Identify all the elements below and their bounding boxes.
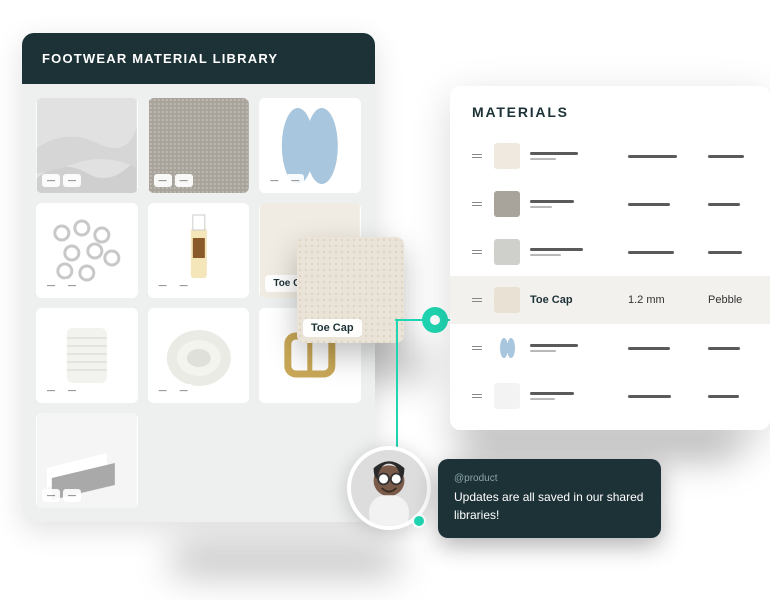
meta-chip: — <box>42 174 60 187</box>
material-card-thread[interactable]: —— <box>36 308 138 403</box>
row-thumb <box>494 191 520 217</box>
meta-chip: — <box>63 384 81 397</box>
table-title: MATERIALS <box>450 86 770 132</box>
meta-chip: — <box>286 174 304 187</box>
row-value: Pebble <box>708 294 748 306</box>
material-card-laces[interactable]: —— <box>148 308 250 403</box>
table-row[interactable] <box>450 372 770 420</box>
decorative-shadow <box>460 430 740 460</box>
library-title: FOOTWEAR MATERIAL LIBRARY <box>22 33 375 84</box>
dragged-card-label: Toe Cap <box>303 319 362 337</box>
meta-chip: — <box>42 489 60 502</box>
row-thumb <box>494 143 520 169</box>
table-row-highlighted[interactable]: Toe Cap 1.2 mm Pebble <box>450 276 770 324</box>
meta-chip: — <box>175 384 193 397</box>
row-name: Toe Cap <box>530 294 618 306</box>
table-row[interactable] <box>450 180 770 228</box>
table-body: Toe Cap 1.2 mm Pebble <box>450 132 770 430</box>
material-card-fabric[interactable]: —— <box>36 98 138 193</box>
row-thumb <box>494 383 520 409</box>
meta-chip: — <box>154 384 172 397</box>
materials-table-panel: MATERIALS Toe Cap 1.2 mm <box>450 86 770 430</box>
row-value: 1.2 mm <box>628 294 698 306</box>
dragged-material-card[interactable]: Toe Cap <box>297 237 404 343</box>
meta-chip: — <box>63 279 81 292</box>
connector-node-icon <box>422 307 448 333</box>
meta-chip: — <box>42 279 60 292</box>
table-row[interactable] <box>450 228 770 276</box>
drag-handle-icon[interactable] <box>472 250 484 254</box>
meta-chip: — <box>63 489 81 502</box>
table-row[interactable] <box>450 132 770 180</box>
material-card-eyelets[interactable]: —— <box>36 203 138 298</box>
material-card-glue[interactable]: —— <box>148 203 250 298</box>
meta-chip: — <box>154 174 172 187</box>
meta-chip: — <box>154 279 172 292</box>
row-thumb <box>494 239 520 265</box>
comment-handle: @product <box>454 473 645 484</box>
meta-chip: — <box>175 174 193 187</box>
meta-chip: — <box>175 279 193 292</box>
drag-handle-icon[interactable] <box>472 154 484 158</box>
material-card-insoles[interactable]: —— <box>259 98 361 193</box>
row-thumb <box>494 335 520 361</box>
drag-handle-icon[interactable] <box>472 394 484 398</box>
drag-handle-icon[interactable] <box>472 202 484 206</box>
row-thumb <box>494 287 520 313</box>
comment-message: Updates are all saved in our shared libr… <box>454 488 645 524</box>
drag-handle-icon[interactable] <box>472 298 484 302</box>
table-row[interactable] <box>450 324 770 372</box>
meta-chip: — <box>265 174 283 187</box>
presence-indicator-icon <box>412 514 426 528</box>
decorative-shadow <box>170 545 400 575</box>
comment-bubble[interactable]: @product Updates are all saved in our sh… <box>438 459 661 538</box>
meta-chip: — <box>42 384 60 397</box>
meta-chip: — <box>63 174 81 187</box>
material-card-mesh[interactable]: —— <box>148 98 250 193</box>
material-card-foam[interactable]: —— <box>36 413 138 508</box>
drag-handle-icon[interactable] <box>472 346 484 350</box>
